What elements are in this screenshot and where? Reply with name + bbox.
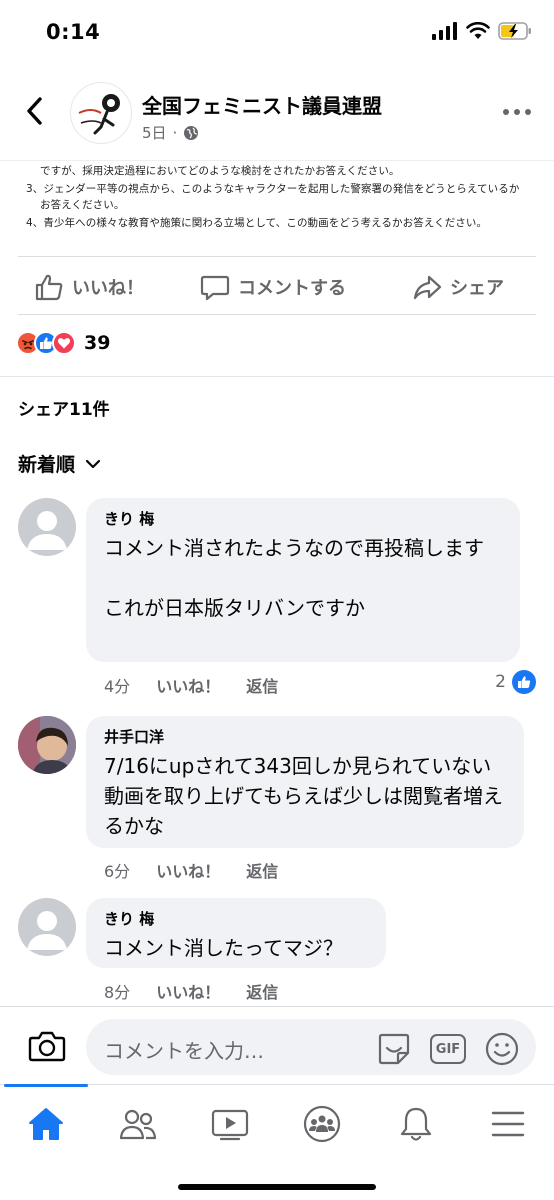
comment-author[interactable]: 井手口洋 (104, 726, 506, 747)
comment-meta: 6分 いいね！ 返信 (104, 858, 278, 882)
campaign-logo (78, 94, 120, 135)
tab-friends[interactable] (108, 1099, 168, 1149)
post-action-bar: いいね！ コメントする シェア (0, 258, 554, 314)
comment-meta: 8分 いいね！ 返信 (104, 979, 278, 1003)
sticker-icon[interactable] (376, 1031, 412, 1067)
comment-sort-dropdown[interactable]: 新着順 (18, 450, 101, 477)
default-user-icon (27, 911, 67, 950)
comment-reply-button[interactable]: 返信 (246, 858, 278, 882)
tab-menu[interactable] (478, 1099, 538, 1149)
comment-meta: 4分 いいね！ 返信 (104, 673, 278, 697)
chevron-down-icon (85, 459, 101, 468)
tab-groups[interactable] (292, 1099, 352, 1149)
avatar[interactable] (18, 498, 76, 556)
image-text-line: 3、ジェンダー平等の視点から、このようなキャラクターを起用した警察署の発信をどう… (26, 183, 520, 195)
post-header: 全国フェミニスト議員連盟 5日 · (0, 74, 554, 160)
bell-icon (400, 1107, 432, 1141)
post-age: 5日 (142, 124, 167, 142)
profile-photo (18, 716, 76, 774)
comment-bubble[interactable]: 井手口洋 7/16にupされて343回しか見られていない動画を取り上げてもらえば… (86, 716, 524, 848)
comment-button[interactable]: コメントする (200, 272, 346, 302)
globe-icon (184, 125, 199, 140)
comment-time: 4分 (104, 677, 131, 696)
reactions-summary[interactable]: 39 (16, 331, 110, 355)
status-bar: 0:14 (0, 0, 554, 64)
active-tab-indicator (4, 1084, 88, 1087)
gif-label: GIF (435, 1041, 461, 1057)
gif-button[interactable]: GIF (430, 1034, 466, 1064)
comment-time: 6分 (104, 862, 131, 881)
battery-charging-icon (498, 22, 531, 40)
divider (18, 256, 536, 257)
thumbs-up-icon (35, 274, 63, 301)
post-image[interactable]: ですが、採用決定過程においてどのような検討をされたかお答えください。 3、ジェン… (0, 160, 554, 240)
like-reaction-icon (512, 670, 536, 694)
comment-like-button[interactable]: いいね！ (156, 858, 220, 882)
back-arrow-icon[interactable] (20, 96, 50, 126)
avatar[interactable] (18, 716, 76, 774)
comment-bubble[interactable]: きり 梅 コメント消したってマジ？ (86, 898, 386, 968)
home-icon (29, 1108, 63, 1140)
comment-author[interactable]: きり 梅 (104, 508, 502, 529)
default-user-icon (27, 511, 67, 550)
tab-notifications[interactable] (386, 1099, 446, 1149)
love-reaction-icon (52, 331, 76, 355)
section-divider (0, 376, 554, 377)
image-text-line: 4、青少年への様々な教育や施策に関わる立場として、この動画をどう考えるかお答えく… (26, 217, 488, 229)
comment-time: 8分 (104, 983, 131, 1002)
page-avatar[interactable] (70, 82, 132, 144)
shares-count[interactable]: シェア11件 (18, 395, 110, 420)
comment-bubble[interactable]: きり 梅 コメント消されたようなので再投稿します これが日本版タリバンですか (86, 498, 520, 662)
divider (18, 314, 536, 315)
comment-like-button[interactable]: いいね！ (156, 673, 220, 697)
tab-home[interactable] (16, 1099, 76, 1149)
comment-bubble-icon (200, 275, 230, 301)
share-label: シェア (450, 278, 504, 299)
status-icons (432, 22, 532, 40)
like-button[interactable]: いいね！ (34, 272, 144, 302)
comment-text: 7/16にupされて343回しか見られていない動画を取り上げてもらえば少しは閲覧… (104, 754, 503, 838)
share-button[interactable]: シェア (412, 272, 504, 302)
comment-likes-number: 2 (495, 672, 506, 692)
post-meta: 5日 · (142, 122, 199, 143)
camera-icon[interactable] (28, 1027, 66, 1065)
reaction-count: 39 (84, 332, 111, 354)
signal-icon (432, 22, 457, 40)
meta-separator: · (172, 123, 178, 142)
avatar[interactable] (18, 898, 76, 956)
wifi-icon (466, 22, 490, 39)
comment-input-placeholder: コメントを入力… (104, 1039, 264, 1063)
friends-icon (119, 1109, 157, 1140)
groups-icon (303, 1105, 341, 1143)
page-name[interactable]: 全国フェミニスト議員連盟 (142, 90, 382, 119)
menu-icon (491, 1111, 525, 1137)
like-label: いいね！ (72, 278, 144, 299)
more-options-icon[interactable] (502, 104, 532, 120)
comment-like-button[interactable]: いいね！ (156, 979, 220, 1003)
home-indicator (178, 1184, 376, 1190)
image-text-line: お答えください。 (40, 199, 125, 211)
comment-text: コメント消したってマジ？ (104, 936, 343, 960)
status-time: 0:14 (46, 20, 101, 44)
comment-reply-button[interactable]: 返信 (246, 673, 278, 697)
comment-reply-button[interactable]: 返信 (246, 979, 278, 1003)
comment-author[interactable]: きり 梅 (104, 908, 368, 929)
share-arrow-icon (413, 275, 442, 300)
sort-label: 新着順 (18, 454, 76, 476)
tab-watch[interactable] (200, 1099, 260, 1149)
comment-label: コメントする (238, 278, 346, 299)
image-text-line: ですが、採用決定過程においてどのような検討をされたかお答えください。 (40, 165, 400, 177)
bottom-tab-bar (0, 1084, 554, 1200)
comment-like-count[interactable]: 2 (495, 670, 536, 694)
emoji-icon[interactable] (484, 1031, 520, 1067)
video-play-icon (211, 1109, 249, 1141)
comment-composer: コメントを入力… GIF (0, 1006, 554, 1084)
comment-text: コメント消されたようなので再投稿します これが日本版タリバンですか (104, 536, 484, 620)
